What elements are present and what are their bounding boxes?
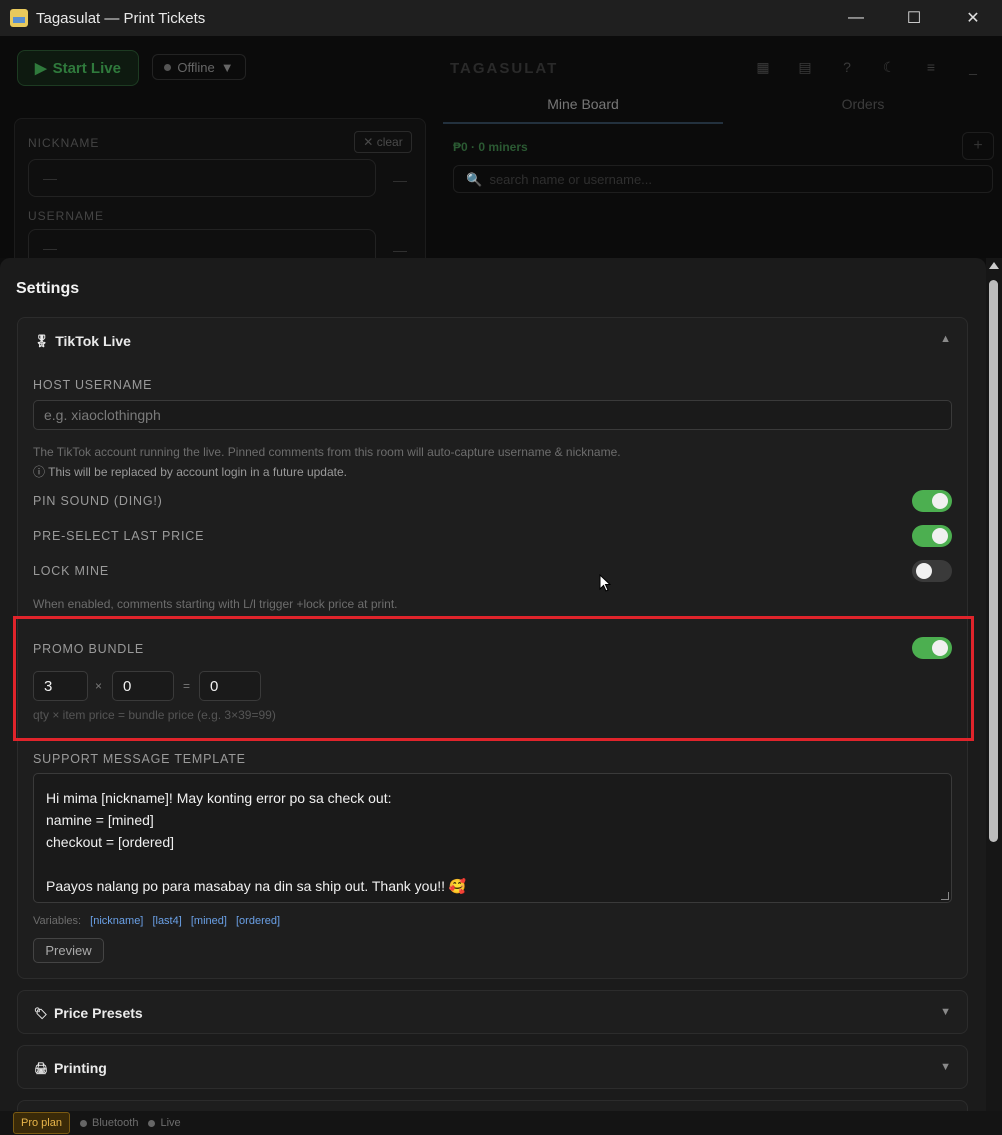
close-button[interactable]: ✕ bbox=[944, 0, 1002, 36]
minimize-panel-icon[interactable]: _ bbox=[962, 58, 984, 76]
clear-button[interactable]: ✕ clear bbox=[354, 131, 412, 153]
chevron-down-icon[interactable]: ▼ bbox=[940, 1061, 951, 1073]
add-button[interactable]: + bbox=[962, 132, 994, 160]
status-dot-icon bbox=[164, 63, 172, 71]
help-icon[interactable]: ? bbox=[836, 58, 858, 76]
printing-header: 🖨 Printing bbox=[34, 1060, 107, 1076]
pin-sound-label: PIN SOUND (DING!) bbox=[33, 494, 163, 508]
variable-chip[interactable]: [nickname] bbox=[90, 915, 143, 927]
search-icon: 🔍 bbox=[466, 172, 486, 187]
lock-mine-label: LOCK MINE bbox=[33, 564, 109, 578]
nickname-label: NICKNAME bbox=[28, 136, 100, 150]
settings-title: Settings bbox=[16, 280, 80, 297]
status-label: Offline bbox=[177, 59, 215, 75]
info-icon: ⓘ bbox=[33, 465, 46, 479]
preselect-toggle[interactable] bbox=[912, 525, 952, 547]
play-icon: ▶ bbox=[35, 60, 47, 77]
variable-chip[interactable]: [ordered] bbox=[236, 915, 280, 927]
app-icon bbox=[10, 9, 28, 27]
bluetooth-status: Bluetooth bbox=[79, 1117, 138, 1129]
live-status: Live bbox=[148, 1117, 181, 1129]
host-username-input[interactable]: e.g. xiaoclothingph bbox=[33, 400, 952, 430]
mouse-cursor-icon bbox=[599, 574, 611, 592]
scroll-thumb[interactable] bbox=[989, 280, 998, 842]
main-tabs: Mine Board Orders bbox=[443, 92, 1002, 124]
template-line: Hi mima [nickname]! May konting error po… bbox=[46, 790, 392, 806]
nickname-field[interactable]: — bbox=[28, 159, 376, 197]
preview-button[interactable]: Preview bbox=[33, 938, 104, 963]
template-line: namine = [mined] bbox=[46, 812, 154, 828]
lock-hint: When enabled, comments starting with L/l… bbox=[33, 597, 398, 611]
template-line: Paayos nalang po para masabay na din sa … bbox=[46, 878, 467, 894]
promo-bundle-highlight bbox=[13, 616, 974, 741]
brand-title: TAGASULAT bbox=[450, 60, 559, 77]
maximize-button[interactable]: ☐ bbox=[885, 0, 943, 36]
start-live-button[interactable]: ▶ Start Live bbox=[17, 50, 139, 86]
chart-icon[interactable]: ▦ bbox=[752, 58, 774, 76]
pin-sound-toggle[interactable] bbox=[912, 490, 952, 512]
live-dot-icon bbox=[148, 1119, 156, 1127]
theme-icon[interactable]: ☾ bbox=[878, 58, 900, 76]
capture-panel: NICKNAME ✕ clear — — USERNAME — — bbox=[14, 118, 426, 268]
calendar-icon[interactable]: ▤ bbox=[794, 58, 816, 76]
template-line: checkout = [ordered] bbox=[46, 834, 175, 850]
template-line bbox=[46, 853, 939, 875]
tab-mine-board[interactable]: Mine Board bbox=[443, 92, 723, 124]
username-dash: — bbox=[393, 242, 407, 258]
price-presets-header: 🏷 Price Presets bbox=[34, 1005, 143, 1021]
chevron-up-icon[interactable]: ▲ bbox=[940, 333, 951, 345]
support-template-textarea[interactable]: Hi mima [nickname]! May konting error po… bbox=[33, 773, 952, 903]
preselect-label: PRE-SELECT LAST PRICE bbox=[33, 529, 205, 543]
host-note: ⓘ This will be replaced by account login… bbox=[33, 465, 347, 479]
username-label: USERNAME bbox=[28, 209, 105, 223]
printing-card[interactable]: 🖨 Printing ▼ bbox=[17, 1045, 968, 1089]
app-background: ▶ Start Live Offline ▼ TAGASULAT ▦ ▤ ? ☾… bbox=[0, 36, 1002, 268]
variable-chip[interactable]: [last4] bbox=[152, 915, 181, 927]
close-icon: ✕ bbox=[363, 135, 377, 149]
chevron-down-icon[interactable]: ▼ bbox=[940, 1006, 951, 1018]
window-title: Tagasulat — Print Tickets bbox=[36, 9, 206, 27]
variables-row: Variables: [nickname] [last4] [mined] [o… bbox=[33, 915, 281, 927]
menu-icon[interactable]: ≡ bbox=[920, 58, 942, 76]
next-section-card[interactable] bbox=[17, 1100, 968, 1111]
bluetooth-dot-icon bbox=[79, 1119, 87, 1127]
host-username-label: HOST USERNAME bbox=[33, 378, 153, 392]
settings-scrollbar[interactable] bbox=[986, 258, 1002, 1111]
tiktok-live-header[interactable]: 🎖 TikTok Live bbox=[34, 333, 131, 349]
title-bar: Tagasulat — Print Tickets — ☐ ✕ bbox=[0, 0, 1002, 36]
lock-mine-toggle[interactable] bbox=[912, 560, 952, 582]
caret-down-icon: ▼ bbox=[220, 59, 234, 75]
variable-chip[interactable]: [mined] bbox=[191, 915, 227, 927]
search-input[interactable]: 🔍 search name or username... bbox=[453, 165, 993, 193]
miners-summary: ₱0 · 0 miners bbox=[453, 140, 528, 154]
scroll-up-arrow[interactable] bbox=[989, 262, 999, 269]
resize-handle[interactable] bbox=[941, 892, 949, 900]
status-bar: Pro plan Bluetooth Live bbox=[0, 1111, 1002, 1135]
price-presets-card[interactable]: 🏷 Price Presets ▼ bbox=[17, 990, 968, 1034]
connection-status-dropdown[interactable]: Offline ▼ bbox=[152, 54, 246, 80]
medal-icon: 🎖 bbox=[34, 334, 50, 348]
printer-icon: 🖨 bbox=[34, 1062, 48, 1075]
top-toolbar: ▦ ▤ ? ☾ ≡ _ ⚙ bbox=[752, 58, 1002, 76]
tab-orders[interactable]: Orders bbox=[723, 92, 1002, 124]
host-hint: The TikTok account running the live. Pin… bbox=[33, 445, 621, 459]
price-tag-icon: 🏷 bbox=[34, 1007, 48, 1020]
support-template-label: SUPPORT MESSAGE TEMPLATE bbox=[33, 752, 246, 766]
minimize-button[interactable]: — bbox=[827, 0, 885, 36]
search-placeholder: search name or username... bbox=[489, 172, 653, 187]
pro-plan-badge[interactable]: Pro plan bbox=[13, 1112, 70, 1134]
nickname-dash: — bbox=[393, 172, 407, 188]
start-live-label: Start Live bbox=[52, 59, 121, 77]
